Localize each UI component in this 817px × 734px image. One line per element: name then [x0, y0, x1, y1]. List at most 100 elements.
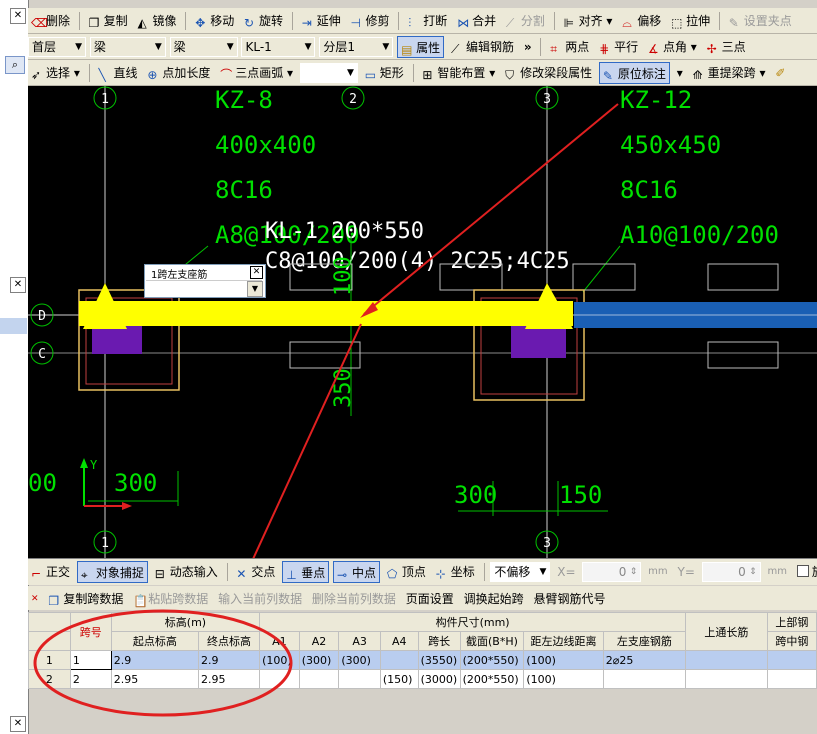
modify-span-button[interactable]: ⛉ 修改梁段属性 [502, 62, 595, 84]
coord-snap[interactable]: ⊹ 坐标 [433, 561, 478, 583]
left-panel: ✕ ⌕ ✕ ✕ [0, 0, 29, 734]
category-select[interactable]: 梁 ▼ [89, 37, 166, 57]
cell-distance[interactable]: (100) [523, 650, 604, 670]
overflow-chevron-icon[interactable]: » [521, 36, 535, 58]
col-left-name: KZ-8 [215, 86, 273, 114]
in-situ-annotation-button[interactable]: ✎ 原位标注 [598, 62, 670, 84]
spinner-icon: ⇕ [629, 567, 638, 577]
in-situ-dropdown-icon[interactable]: ▾ [674, 62, 686, 84]
cantilever-button[interactable]: 悬臂钢筋代号 [530, 588, 608, 610]
rotate-button[interactable]: ↻ 旋转 [241, 10, 286, 32]
split-button[interactable]: ⟋ 分割 [503, 10, 548, 32]
parallel-button[interactable]: ⋕ 平行 [596, 36, 641, 58]
cell-a3[interactable] [338, 669, 381, 689]
extend-icon: ⇥ [301, 16, 312, 30]
perp-snap[interactable]: ⊥ 垂点 [282, 561, 330, 583]
x-coord-input[interactable]: 0 ⇕ [582, 562, 642, 582]
intersect-snap[interactable]: ✕ 交点 [233, 561, 278, 583]
copy-button[interactable]: ❐ 复制 [86, 10, 131, 32]
ortho-toggle[interactable]: ⌐ 正交 [28, 561, 73, 583]
select-button[interactable]: ➶ 选择 ▾ [28, 62, 83, 84]
dim-350: 350 [331, 368, 356, 408]
annotation-icon: ✎ [602, 69, 613, 83]
align-button[interactable]: ⊫ 对齐 ▾ [561, 10, 616, 32]
cad-viewport[interactable]: 1 2 3 D C 1 3 KZ-8 400x400 8C16 A8@100/2… [28, 86, 817, 558]
cell-len[interactable]: (3550) [417, 650, 461, 670]
search-icon[interactable]: ⌕ [5, 56, 25, 74]
rebar-icon: ⟋ [450, 42, 460, 56]
element-select[interactable]: KL-1 ▼ [241, 37, 316, 57]
two-points-button[interactable]: ⌗ 两点 [547, 36, 592, 58]
layer-select[interactable]: 分层1 ▼ [319, 37, 394, 57]
col-right-stirrup: A10@100/200 [620, 221, 779, 249]
delete-col-button[interactable]: 删除当前列数据 [309, 588, 399, 610]
chevron-down-icon[interactable]: ▼ [247, 281, 263, 297]
close-icon-3[interactable]: ✕ [10, 716, 26, 732]
floor-select[interactable]: 首层 ▼ [28, 37, 86, 57]
mid-icon: ⊸ [337, 568, 348, 582]
merge-button[interactable]: ⋈ 合并 [454, 10, 499, 32]
smart-layout-icon: ⊞ [422, 68, 433, 82]
cell-a4[interactable] [379, 650, 419, 670]
point-length-button[interactable]: ⊕ 点加长度 [144, 62, 213, 84]
extend-button[interactable]: ⇥ 延伸 [299, 10, 344, 32]
trim-button[interactable]: ⊣ 修剪 [348, 10, 393, 32]
redo-span-button[interactable]: ⟰ 重提梁跨 ▾ [690, 62, 769, 84]
snap-toggle[interactable]: ⌖ 对象捕捉 [76, 561, 148, 583]
swap-start-button[interactable]: 调换起始跨 [461, 588, 527, 610]
type-select[interactable]: 梁 ▼ [169, 37, 238, 57]
close-icon[interactable]: ✕ [10, 8, 26, 24]
rotate-checkbox[interactable]: 旋转 [794, 561, 817, 583]
cell-section[interactable]: (200*550) [459, 650, 525, 670]
three-point-icon: ✢ [706, 42, 717, 56]
cell-distance[interactable]: (100) [523, 669, 604, 689]
support-rebar-popup[interactable]: 1跨左支座筋 ✕ ▼ [144, 264, 266, 298]
cell-top-bar[interactable] [602, 669, 687, 689]
cell-len[interactable]: (3000) [417, 669, 461, 689]
copy-icon: ❐ [88, 16, 100, 30]
cell-top-bar[interactable]: 2⌀25 [602, 650, 687, 670]
cell-a3[interactable]: (300) [338, 650, 381, 670]
cell-mid[interactable] [766, 669, 817, 689]
y-coord-input[interactable]: 0 ⇕ [701, 562, 761, 582]
delete-button[interactable]: ⌫删除 [28, 10, 73, 32]
mid-snap[interactable]: ⊸ 中点 [333, 561, 381, 583]
arc-option-select[interactable]: ▼ [299, 63, 358, 83]
cell-left-support[interactable] [685, 669, 768, 689]
arc-button[interactable]: ⌒ 三点画弧 ▾ [217, 62, 296, 84]
vertex-snap[interactable]: ⬠ 顶点 [384, 561, 429, 583]
mirror-button[interactable]: ◭ 镜像 [135, 10, 180, 32]
line-button[interactable]: ╲ 直线 [96, 62, 141, 84]
spinner-icon: ⇕ [749, 567, 757, 577]
chevron-down-icon: ▼ [539, 567, 547, 577]
popup-input[interactable] [146, 280, 262, 296]
popup-close-icon[interactable]: ✕ [250, 266, 263, 279]
rect-button[interactable]: ▭ 矩形 [362, 62, 407, 84]
offset-button[interactable]: ⌓ 偏移 [619, 10, 664, 32]
edit-rebar-button[interactable]: ⟋ 编辑钢筋 [448, 36, 517, 58]
brush-icon[interactable]: ✐ [772, 62, 788, 84]
page-setup-button[interactable]: 页面设置 [403, 588, 457, 610]
cell-section[interactable]: (200*550) [459, 669, 525, 689]
chevron-down-icon: ▼ [226, 42, 234, 52]
cell-mid[interactable] [766, 650, 817, 670]
col-right-name: KZ-12 [620, 86, 692, 114]
stretch-icon: ⬚ [671, 16, 683, 30]
cell-a4[interactable]: (150) [379, 669, 419, 689]
close-icon-2[interactable]: ✕ [10, 277, 26, 293]
cell-left-support[interactable] [685, 650, 768, 670]
list-selected-row[interactable] [0, 318, 27, 334]
three-point-button[interactable]: ✢ 三点 [704, 36, 749, 58]
axis-bubble-2-top: 2 [341, 86, 365, 110]
properties-button[interactable]: ▤ 属性 [397, 36, 445, 58]
move-button[interactable]: ✥ 移动 [192, 10, 237, 32]
point-angle-button[interactable]: ∡ 点角 ▾ [645, 36, 700, 58]
break-button[interactable]: ⫶ 打断 [405, 10, 450, 32]
set-point-button[interactable]: ✎ 设置夹点 [726, 10, 795, 32]
line-icon: ╲ [98, 68, 106, 82]
svg-text:D: D [38, 309, 46, 324]
dyn-input-toggle[interactable]: ⊟ 动态输入 [152, 561, 221, 583]
offset-mode-select[interactable]: 不偏移 ▼ [490, 562, 551, 582]
stretch-button[interactable]: ⬚ 拉伸 [668, 10, 713, 32]
smart-layout-button[interactable]: ⊞ 智能布置 ▾ [419, 62, 498, 84]
